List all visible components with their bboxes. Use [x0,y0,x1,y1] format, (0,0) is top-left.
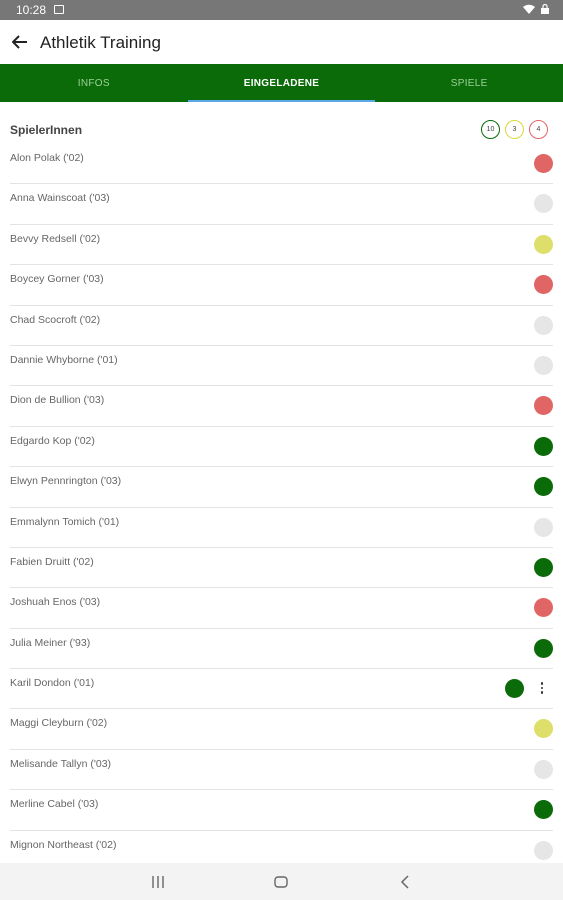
player-row[interactable]: Dion de Bullion ('03) [10,386,553,427]
player-row[interactable]: Anna Wainscoat ('03) [10,184,553,225]
player-row[interactable]: Elwyn Pennrington ('03) [10,467,553,508]
arrow-left-icon [12,35,27,49]
player-name: Elwyn Pennrington ('03) [10,475,122,488]
attendance-status-green[interactable] [505,679,524,699]
player-row[interactable]: Julia Meiner ('93) [10,629,553,670]
player-row[interactable]: Bevvy Redsell ('02) [10,225,553,266]
player-row[interactable]: Fabien Druitt ('02) [10,548,553,589]
player-row[interactable]: Boycey Gorner ('03) [10,265,553,306]
nav-recents-button[interactable] [146,871,170,893]
attendance-status-green[interactable] [534,638,553,658]
attendance-status-green[interactable] [534,477,553,497]
player-name: Karil Dondon ('01) [10,677,95,690]
system-nav-bar [0,863,563,900]
attendance-status-grey[interactable] [534,517,553,537]
attendance-status-green[interactable] [534,557,553,577]
nav-back-button[interactable] [393,871,417,893]
nav-home-button[interactable] [269,871,293,893]
attendance-status-grey[interactable] [534,840,553,860]
image-notification-icon [54,5,64,14]
attendance-status-yellow[interactable] [534,719,553,739]
tab-bar: INFOS EINGELADENE SPIELE [0,64,563,102]
player-name: Alon Polak ('02) [10,152,84,164]
section-header: SpielerInnen 10 3 4 [0,118,563,144]
player-name: Joshuah Enos ('03) [10,596,101,609]
attendance-status-grey[interactable] [534,315,553,335]
player-name: Mignon Northeast ('02) [10,838,117,851]
count-badge-accepted: 10 [481,120,500,139]
player-name: Chad Scocroft ('02) [10,313,101,326]
player-name: Maggi Cleyburn ('02) [10,717,108,730]
attendance-status-green[interactable] [534,436,553,456]
count-badges: 10 3 4 [481,120,548,139]
more-vert-icon[interactable] [537,678,547,698]
status-time: 10:28 [16,3,47,17]
player-row[interactable]: Dannie Whyborne ('01) [10,346,553,387]
attendance-status-red[interactable] [534,598,553,618]
player-name: Anna Wainscoat ('03) [10,192,110,205]
wifi-icon [523,4,535,14]
player-row[interactable]: Mignon Northeast ('02) [10,831,553,863]
section-title: SpielerInnen [10,123,83,137]
app-bar: Athletik Training [0,20,563,64]
player-name: Melisande Tallyn ('03) [10,757,112,770]
player-name: Fabien Druitt ('02) [10,555,94,568]
player-name: Julia Meiner ('93) [10,636,91,649]
tab-spiele[interactable]: SPIELE [375,64,563,102]
player-row[interactable]: Emmalynn Tomich ('01) [10,508,553,548]
status-bar: 10:28 [0,0,563,20]
page-title: Athletik Training [40,33,161,52]
nav-back-icon [400,875,409,889]
player-name: Edgardo Kop ('02) [10,434,95,447]
player-row[interactable]: Maggi Cleyburn ('02) [10,709,553,750]
player-name: Merline Cabel ('03) [10,798,99,811]
attendance-status-grey[interactable] [534,759,553,779]
count-badge-maybe: 3 [505,120,524,139]
player-row[interactable]: Karil Dondon ('01) [10,669,553,710]
recents-icon [152,876,164,888]
attendance-status-red[interactable] [534,154,553,173]
player-row[interactable]: Alon Polak ('02) [10,144,553,185]
count-badge-declined: 4 [529,120,548,139]
attendance-status-grey[interactable] [534,194,553,214]
attendance-status-red[interactable] [534,396,553,416]
player-row[interactable]: Merline Cabel ('03) [10,790,553,831]
lock-icon [541,4,549,14]
home-icon [274,876,288,888]
player-name: Boycey Gorner ('03) [10,273,104,286]
attendance-status-grey[interactable] [534,355,553,375]
player-name: Dion de Bullion ('03) [10,394,105,407]
status-icons [523,4,549,14]
player-name: Bevvy Redsell ('02) [10,232,101,245]
player-row[interactable]: Edgardo Kop ('02) [10,427,553,468]
player-name: Emmalynn Tomich ('01) [10,515,120,528]
attendance-status-red[interactable] [534,275,553,295]
attendance-status-green[interactable] [534,800,553,820]
back-button[interactable] [6,28,34,56]
player-row[interactable]: Melisande Tallyn ('03) [10,750,553,791]
tab-infos[interactable]: INFOS [0,64,188,102]
player-name: Dannie Whyborne ('01) [10,353,118,366]
attendance-status-yellow[interactable] [534,234,553,254]
player-row[interactable]: Chad Scocroft ('02) [10,306,553,346]
player-row[interactable]: Joshuah Enos ('03) [10,588,553,629]
tab-eingeladene[interactable]: EINGELADENE [187,64,376,102]
player-list: Alon Polak ('02) Anna Wainscoat ('03) Bevv… [0,144,563,863]
